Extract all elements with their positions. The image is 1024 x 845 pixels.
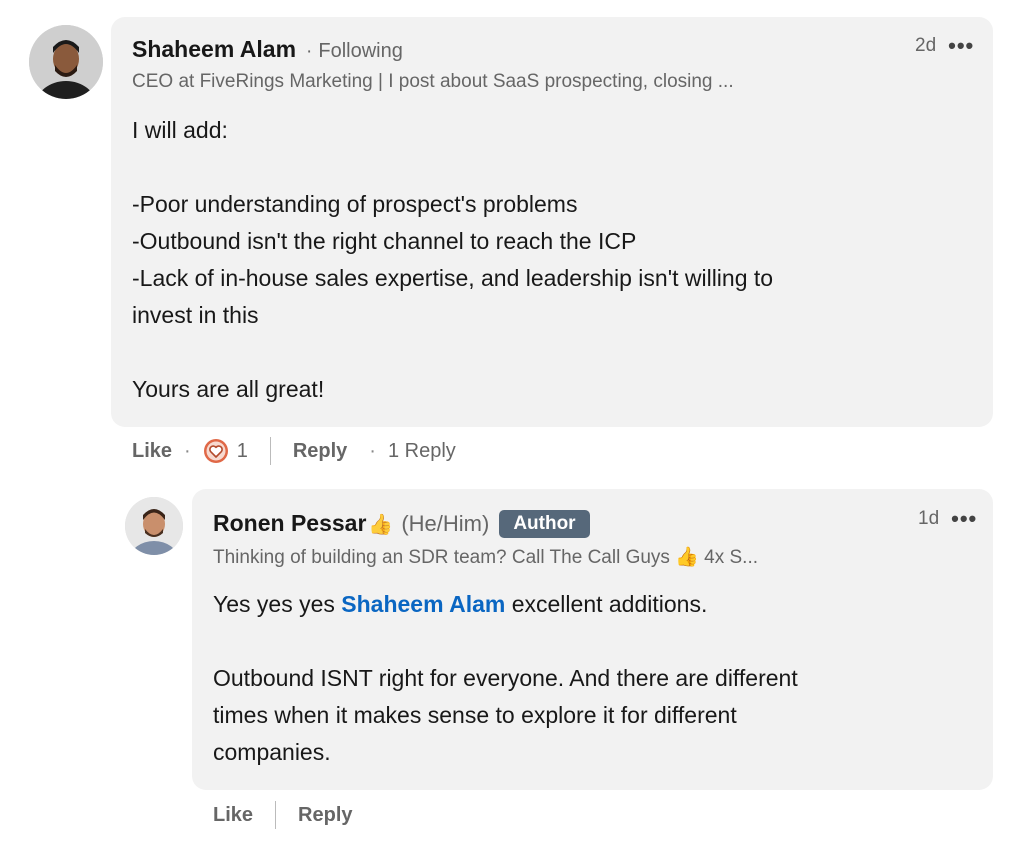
reply-actions: Like Reply <box>213 800 353 830</box>
reply-button[interactable]: Reply <box>298 804 352 827</box>
reply-header: Ronen Pessar 👍 (He/Him) Author <box>213 510 590 540</box>
more-options-icon[interactable]: ••• <box>951 506 977 532</box>
timestamp: 1d <box>918 508 940 529</box>
divider <box>275 801 277 829</box>
body-text-segment: Yes yes yes <box>213 591 342 617</box>
reply-meta: 1d ••• <box>918 506 977 532</box>
author-name[interactable]: Ronen Pessar <box>213 510 366 537</box>
author-headline: Thinking of building an SDR team? Call T… <box>213 547 758 568</box>
thumbs-up-emoji: 👍 <box>368 514 394 536</box>
avatar-photo <box>125 497 183 555</box>
like-button[interactable]: Like <box>213 804 253 827</box>
pronouns: (He/Him) <box>401 511 490 536</box>
mention-link[interactable]: Shaheem Alam <box>341 591 505 617</box>
author-badge: Author <box>499 510 590 538</box>
reply-body: Yes yes yes Shaheem Alam excellent addit… <box>213 586 973 771</box>
reply: Ronen Pessar 👍 (He/Him) Author Thinking … <box>0 0 1024 845</box>
body-line: Outbound ISNT right for everyone. And th… <box>213 665 798 691</box>
body-line: Yes yes yes Shaheem Alam excellent addit… <box>213 586 973 623</box>
body-text-segment: excellent additions. <box>505 591 708 617</box>
body-line: times when it makes sense to explore it … <box>213 702 737 728</box>
avatar-ronen-pessar[interactable] <box>125 497 183 555</box>
body-line: companies. <box>213 739 331 765</box>
